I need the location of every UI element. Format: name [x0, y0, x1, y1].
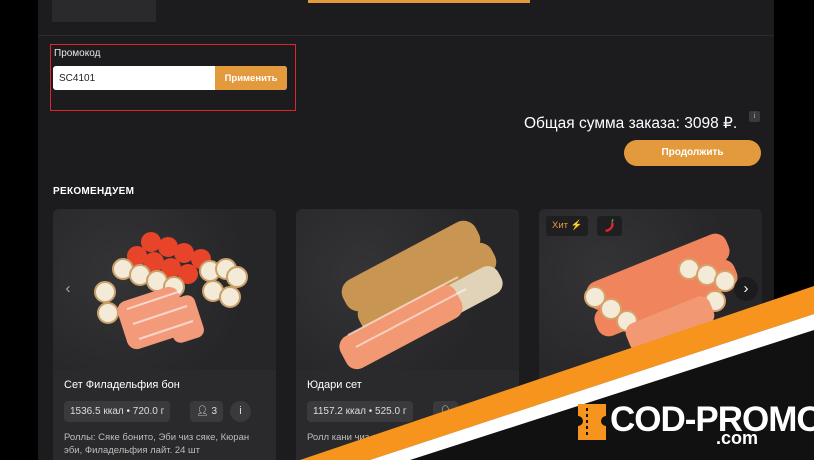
- promo-label: Промокод: [54, 48, 101, 59]
- product-card[interactable]: Юдари сет 1157.2 ккал • 525.0 г 👤︎ Ролл …: [296, 209, 519, 460]
- hit-badge: Хит ⚡: [546, 216, 589, 236]
- product-name: Сет Филадельфия бон: [64, 379, 180, 391]
- sushi-roll-illustration: [94, 232, 248, 350]
- apply-promo-button[interactable]: Применить: [215, 66, 287, 90]
- product-name: Юдари сет: [307, 379, 362, 391]
- checkout-page: Промокод Применить Общая сумма заказа: 3…: [38, 0, 774, 460]
- persons-count: 3: [211, 406, 218, 417]
- persons-badge: 👤︎: [433, 401, 458, 422]
- section-title: РЕКОМЕНДУЕМ: [53, 186, 135, 197]
- persons-badge: 👤︎ 3: [190, 401, 224, 422]
- logo-text: COD-PROMO: [610, 400, 814, 439]
- logo-domain: .com: [716, 428, 759, 448]
- info-icon[interactable]: i: [230, 401, 251, 422]
- product-image: [53, 209, 276, 370]
- carousel-prev-arrow[interactable]: ‹: [56, 277, 80, 301]
- chili-icon: [597, 216, 622, 236]
- ticket-icon: [578, 404, 606, 440]
- person-icon: 👤︎: [439, 406, 452, 417]
- product-description: Ролл кани чиз се: [307, 432, 382, 443]
- person-icon: 👤︎: [196, 406, 209, 417]
- continue-button[interactable]: Продолжить: [624, 140, 761, 166]
- sushi-roll-illustration: [584, 233, 738, 352]
- product-image: [296, 209, 519, 370]
- nutrition-stats: 1536.5 ккал • 720.0 г: [64, 401, 171, 422]
- order-total: Общая сумма заказа: 3098 ₽.: [524, 115, 738, 132]
- product-card[interactable]: ‹ Сет Филадельфия бон 1536.5 ккал • 720.…: [53, 209, 276, 460]
- carousel-next-arrow[interactable]: ›: [734, 277, 758, 301]
- nutrition-stats: 1157.2 ккал • 525.0 г: [307, 401, 413, 422]
- product-description: Роллы: Сяке бонито, Эби чиз сяке, Кюран …: [64, 432, 250, 456]
- info-icon[interactable]: i: [749, 111, 760, 122]
- sushi-roll-illustration: [339, 220, 503, 370]
- top-accent-line: [308, 0, 530, 3]
- top-placeholder-block: [52, 0, 156, 22]
- promo-field: Применить: [53, 66, 287, 90]
- promo-input[interactable]: [59, 66, 209, 90]
- top-strip: [38, 0, 774, 36]
